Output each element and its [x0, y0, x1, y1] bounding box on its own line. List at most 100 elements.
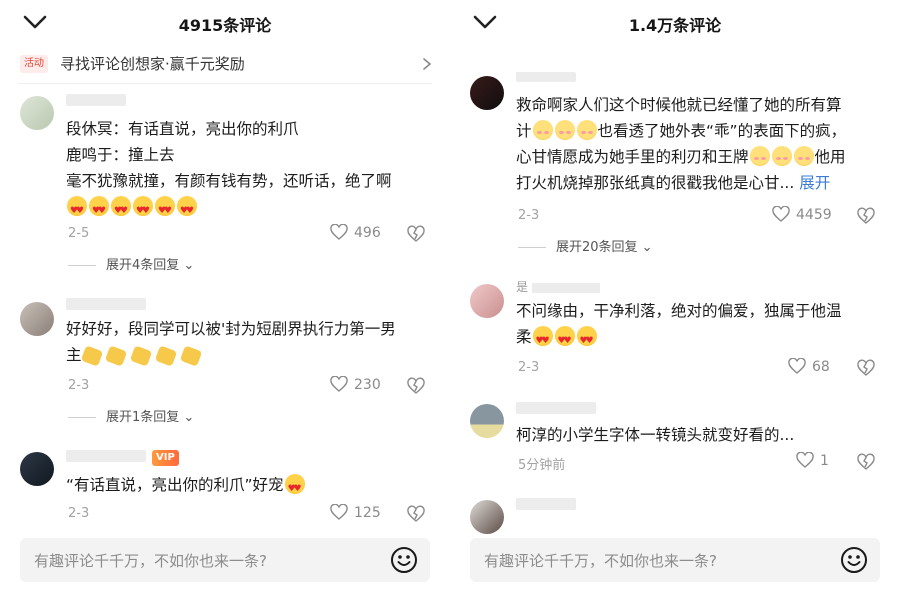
- comment-line: 柯淳的小学生字体一转镜头就变好看的...: [516, 426, 795, 444]
- comment-line: 打火机烧掉那张纸真的很戳我他是心甘... 展开: [516, 174, 831, 192]
- like-button[interactable]: 496: [330, 223, 381, 241]
- comment-date: 2-5: [68, 226, 90, 241]
- username-redacted[interactable]: [66, 450, 146, 462]
- promo-text: 寻找评论创想家·赢千元奖励: [60, 55, 245, 73]
- heart-eyes-emoji: [177, 196, 197, 224]
- comment-text: “有话直说，亮出你的利爪”好宠: [66, 472, 306, 502]
- heart-icon: [796, 451, 814, 468]
- expand-replies-label: 展开4条回复: [106, 258, 180, 273]
- comment-date: 5分钟前: [518, 458, 566, 473]
- comment-composer[interactable]: 有趣评论千千万，不如你也来一条?: [20, 538, 430, 582]
- comment-line: 好好好，段同学可以被'封为短剧界执行力第一男: [66, 320, 396, 338]
- comment-line: 救命啊家人们这个时候他就已经懂了她的所有算: [516, 96, 842, 114]
- comment-text: 救命啊家人们这个时候他就已经懂了她的所有算 计也看透了她外表“乖”的表面下的疯，…: [516, 92, 846, 196]
- heart-eyes-emoji: [576, 326, 597, 354]
- shy-emoji: [749, 146, 770, 166]
- comment-line: 计也看透了她外表“乖”的表面下的疯，: [516, 120, 847, 140]
- avatar[interactable]: [20, 452, 54, 486]
- promo-banner[interactable]: 活动 寻找评论创想家·赢千元奖励: [18, 46, 432, 84]
- smile-icon[interactable]: [840, 546, 868, 574]
- pray-emoji: [180, 345, 203, 367]
- dislike-icon[interactable]: [406, 505, 426, 523]
- emoji-row: [66, 194, 392, 224]
- heart-icon: [330, 375, 348, 392]
- comments-header: 1.4万条评论: [450, 0, 900, 46]
- heart-eyes-emoji: [155, 196, 175, 224]
- comment-composer[interactable]: 有趣评论千千万，不如你也来一条?: [470, 538, 880, 582]
- heart-eyes-emoji: [89, 196, 109, 224]
- heart-eyes-emoji: [532, 326, 553, 354]
- like-count: 1: [820, 453, 829, 469]
- comment-date: 2-3: [518, 208, 540, 223]
- like-count: 125: [354, 505, 381, 521]
- pray-emoji: [80, 345, 103, 367]
- heart-eyes-emoji: [111, 196, 131, 224]
- comment-text: 好好好，段同学可以被'封为短剧界执行力第一男 主: [66, 316, 396, 368]
- username-redacted[interactable]: [66, 94, 126, 106]
- comment-line: 柔: [516, 324, 842, 354]
- avatar[interactable]: [470, 404, 504, 438]
- comments-count-title: 1.4万条评论: [628, 16, 722, 35]
- expand-text-link[interactable]: 展开: [799, 174, 830, 192]
- comment-line: 主: [66, 342, 396, 368]
- like-button[interactable]: 68: [788, 357, 830, 375]
- pray-emoji: [130, 345, 153, 367]
- comment-line: 不问缘由，干净利落，绝对的偏爱，独属于他温: [516, 302, 842, 320]
- smile-icon[interactable]: [390, 546, 418, 574]
- dislike-icon[interactable]: [406, 225, 426, 243]
- like-button[interactable]: 4459: [772, 205, 832, 223]
- heart-eyes-emoji: [67, 196, 87, 224]
- avatar[interactable]: [470, 76, 504, 110]
- shy-emoji: [793, 146, 814, 166]
- avatar[interactable]: [20, 96, 54, 130]
- like-button[interactable]: 125: [330, 503, 381, 521]
- heart-icon: [788, 357, 806, 374]
- avatar[interactable]: [470, 284, 504, 318]
- expand-replies-button[interactable]: 展开20条回复 ⌄: [518, 236, 653, 255]
- shy-emoji: [554, 120, 575, 140]
- username-redacted[interactable]: [516, 402, 596, 414]
- heart-eyes-emoji: [133, 196, 153, 224]
- comment-text: 柯淳的小学生字体一转镜头就变好看的...: [516, 422, 794, 448]
- expand-replies-label: 展开1条回复: [106, 410, 180, 425]
- like-count: 4459: [796, 207, 832, 223]
- avatar[interactable]: [20, 302, 54, 336]
- shy-emoji: [771, 146, 792, 166]
- dislike-icon[interactable]: [856, 359, 876, 377]
- username-text: 是: [516, 280, 529, 294]
- heart-eyes-emoji: [284, 474, 305, 502]
- username-redacted[interactable]: [66, 298, 146, 310]
- heart-icon: [772, 205, 790, 222]
- like-count: 68: [812, 359, 830, 375]
- dislike-icon[interactable]: [856, 453, 876, 471]
- heart-eyes-emoji: [554, 326, 575, 354]
- comment-date: 2-3: [68, 506, 90, 521]
- username-redacted[interactable]: [516, 498, 576, 510]
- chevron-right-icon: [423, 58, 432, 70]
- comment-text: 段休冥：有话直说，亮出你的利爪 鹿鸣于：撞上去 毫不犹豫就撞，有颜有钱有势，还听…: [66, 116, 392, 224]
- pray-emoji: [155, 345, 178, 367]
- heart-icon: [330, 503, 348, 520]
- dislike-icon[interactable]: [406, 377, 426, 395]
- username[interactable]: 是: [516, 278, 601, 295]
- comments-panel-left: 4915条评论 活动 寻找评论创想家·赢千元奖励 段休冥：有话直说，亮出你的利爪…: [0, 0, 450, 592]
- promo-badge: 活动: [20, 55, 48, 73]
- comment-text: 不问缘由，干净利落，绝对的偏爱，独属于他温 柔: [516, 298, 842, 354]
- comment-line: 段休冥：有话直说，亮出你的利爪: [66, 120, 299, 138]
- comment-line: 心甘情愿成为她手里的利刃和王牌 他用: [516, 146, 846, 166]
- like-button[interactable]: 230: [330, 375, 381, 393]
- expand-replies-button[interactable]: 展开4条回复 ⌄: [68, 254, 194, 273]
- avatar[interactable]: [470, 500, 504, 534]
- heart-icon: [330, 223, 348, 240]
- comments-header: 4915条评论: [0, 0, 450, 46]
- username-redacted[interactable]: [516, 72, 576, 82]
- composer-placeholder: 有趣评论千千万，不如你也来一条?: [484, 552, 717, 570]
- expand-replies-button[interactable]: 展开1条回复 ⌄: [68, 406, 194, 425]
- vip-badge: VIP: [152, 450, 179, 466]
- comments-panel-right: 1.4万条评论 救命啊家人们这个时候他就已经懂了她的所有算 计也看透了她外表“乖…: [450, 0, 900, 592]
- comment-date: 2-3: [518, 360, 540, 375]
- like-button[interactable]: 1: [796, 451, 829, 469]
- like-count: 230: [354, 377, 381, 393]
- dislike-icon[interactable]: [856, 207, 876, 225]
- comments-count-title: 4915条评论: [178, 16, 272, 35]
